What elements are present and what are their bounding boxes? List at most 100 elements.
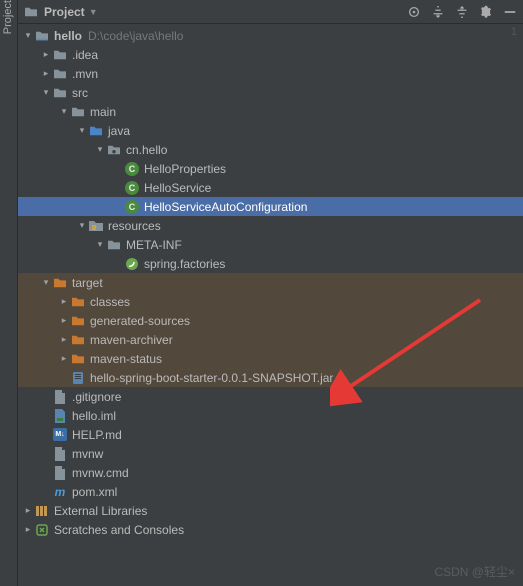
node-label: src [72, 86, 88, 100]
excluded-folder-icon [52, 275, 68, 291]
chevron-right-icon[interactable]: ▸ [58, 315, 70, 326]
node-label: HelloProperties [144, 162, 226, 176]
node-label: Scratches and Consoles [54, 523, 184, 537]
chevron-right-icon[interactable]: ▸ [40, 49, 52, 60]
node-label: pom.xml [72, 485, 117, 499]
resources-folder-icon [88, 218, 104, 234]
class-icon: C [124, 199, 140, 215]
tree-node-metainf[interactable]: ▾ META-INF [18, 235, 523, 254]
node-label: External Libraries [54, 504, 147, 518]
sidebar-vertical-tab[interactable]: Project [0, 0, 18, 586]
libraries-icon [34, 503, 50, 519]
spring-file-icon [124, 256, 140, 272]
tree-node-java[interactable]: ▾ java [18, 121, 523, 140]
chevron-down-icon[interactable]: ▾ [76, 125, 88, 136]
maven-file-icon: m [52, 484, 68, 500]
folder-icon [70, 104, 86, 120]
tree-node-maven-archiver[interactable]: ▸ maven-archiver [18, 330, 523, 349]
chevron-right-icon[interactable]: ▸ [22, 505, 34, 516]
scratches-icon [34, 522, 50, 538]
project-panel: Project ▼ 1 ▾ hello D:\code\java\hello ▸ [18, 0, 523, 586]
file-icon [52, 465, 68, 481]
node-label: .gitignore [72, 390, 121, 404]
excluded-folder-icon [70, 313, 86, 329]
jar-archive-icon [70, 370, 86, 386]
tree-node-external-libraries[interactable]: ▸ External Libraries [18, 501, 523, 520]
sidebar-vertical-tab-label: Project [2, 0, 14, 40]
watermark-text: CSDN @轻尘× [434, 563, 515, 580]
tree-node-resources[interactable]: ▾ resources [18, 216, 523, 235]
tree-node-gitignore[interactable]: .gitignore [18, 387, 523, 406]
expand-all-icon[interactable] [431, 5, 445, 19]
tree-node-idea[interactable]: ▸ .idea [18, 45, 523, 64]
chevron-right-icon[interactable]: ▸ [22, 524, 34, 535]
node-label: META-INF [126, 238, 182, 252]
node-label: HelloServiceAutoConfiguration [144, 200, 307, 214]
iml-file-icon [52, 408, 68, 424]
chevron-down-icon[interactable]: ▾ [94, 239, 106, 250]
hide-icon[interactable] [503, 5, 517, 19]
node-label: .idea [72, 48, 98, 62]
panel-title[interactable]: Project [44, 5, 85, 19]
source-folder-icon [88, 123, 104, 139]
excluded-folder-icon [70, 332, 86, 348]
chevron-down-icon[interactable]: ▾ [40, 277, 52, 288]
root-path: D:\code\java\hello [88, 29, 183, 43]
tree-node-package[interactable]: ▾ cn.hello [18, 140, 523, 159]
node-label: .mvn [72, 67, 98, 81]
tree-node-generated-sources[interactable]: ▸ generated-sources [18, 311, 523, 330]
chevron-down-icon[interactable]: ▾ [58, 106, 70, 117]
collapse-all-icon[interactable] [455, 5, 469, 19]
locate-icon[interactable] [407, 5, 421, 19]
tree-node-class[interactable]: C HelloProperties [18, 159, 523, 178]
tree-node-mvnw[interactable]: mvnw [18, 444, 523, 463]
tree-node-mvn[interactable]: ▸ .mvn [18, 64, 523, 83]
tree-node-mvnwcmd[interactable]: mvnw.cmd [18, 463, 523, 482]
tree-node-maven-status[interactable]: ▸ maven-status [18, 349, 523, 368]
node-label: resources [108, 219, 161, 233]
tree-node-src[interactable]: ▾ src [18, 83, 523, 102]
chevron-right-icon[interactable]: ▸ [40, 68, 52, 79]
chevron-down-icon[interactable]: ▾ [40, 87, 52, 98]
tree-root[interactable]: ▾ hello D:\code\java\hello [18, 26, 523, 45]
excluded-folder-icon [70, 294, 86, 310]
node-label: maven-archiver [90, 333, 173, 347]
chevron-down-icon[interactable]: ▾ [94, 144, 106, 155]
dropdown-arrow-icon[interactable]: ▼ [89, 7, 98, 17]
folder-icon [52, 85, 68, 101]
tree-node-pomxml[interactable]: m pom.xml [18, 482, 523, 501]
chevron-right-icon[interactable]: ▸ [58, 296, 70, 307]
node-label: maven-status [90, 352, 162, 366]
tree-node-class-selected[interactable]: C HelloServiceAutoConfiguration [18, 197, 523, 216]
class-icon: C [124, 161, 140, 177]
tree-node-target[interactable]: ▾ target [18, 273, 523, 292]
file-icon [52, 389, 68, 405]
module-folder-icon [34, 28, 50, 44]
tree-body[interactable]: 1 ▾ hello D:\code\java\hello ▸ .idea ▸ .… [18, 24, 523, 586]
root-name: hello [54, 29, 82, 43]
package-icon [106, 142, 122, 158]
project-folder-icon [24, 6, 38, 18]
gear-icon[interactable] [479, 5, 493, 19]
node-label: spring.factories [144, 257, 225, 271]
tree-node-class[interactable]: C HelloService [18, 178, 523, 197]
tree-node-classes[interactable]: ▸ classes [18, 292, 523, 311]
node-label: classes [90, 295, 130, 309]
tree-node-spring-factories[interactable]: spring.factories [18, 254, 523, 273]
tree-node-helloiml[interactable]: hello.iml [18, 406, 523, 425]
tree-node-scratches[interactable]: ▸ Scratches and Consoles [18, 520, 523, 539]
tree-node-helpmd[interactable]: M↓ HELP.md [18, 425, 523, 444]
node-label: HELP.md [72, 428, 122, 442]
chevron-right-icon[interactable]: ▸ [58, 353, 70, 364]
tree-node-jar[interactable]: hello-spring-boot-starter-0.0.1-SNAPSHOT… [18, 368, 523, 387]
node-label: hello.iml [72, 409, 116, 423]
class-icon: C [124, 180, 140, 196]
chevron-down-icon[interactable]: ▾ [76, 220, 88, 231]
gutter-number: 1 [511, 26, 517, 38]
tree-node-main[interactable]: ▾ main [18, 102, 523, 121]
markdown-file-icon: M↓ [52, 427, 68, 443]
node-label: mvnw.cmd [72, 466, 129, 480]
chevron-down-icon[interactable]: ▾ [22, 30, 34, 41]
node-label: cn.hello [126, 143, 167, 157]
chevron-right-icon[interactable]: ▸ [58, 334, 70, 345]
